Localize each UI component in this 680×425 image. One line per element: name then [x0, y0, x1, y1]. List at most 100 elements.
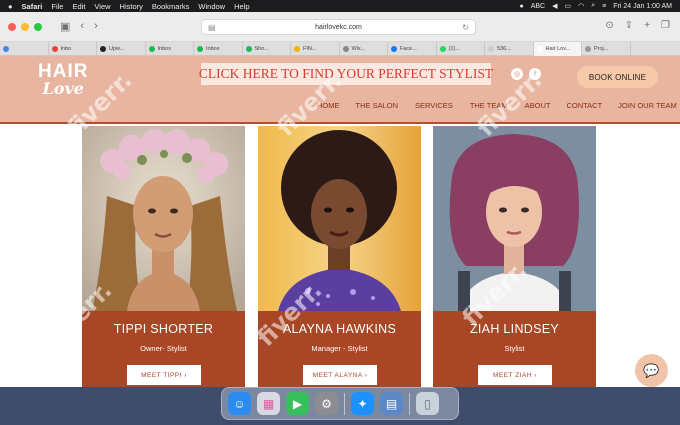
menu-file[interactable]: File — [51, 2, 63, 11]
tab-label: Inbox — [206, 46, 220, 52]
browser-tab[interactable]: Wix... — [340, 42, 388, 56]
browser-tab[interactable]: Face... — [388, 42, 437, 56]
system-settings-icon[interactable]: ⚙ — [315, 392, 338, 415]
finder-icon[interactable]: ☺ — [228, 392, 251, 415]
close-window-button[interactable] — [8, 22, 16, 31]
menu-help[interactable]: Help — [234, 2, 249, 11]
apple-menu-icon[interactable]: ● — [8, 2, 13, 11]
find-stylist-banner[interactable]: CLICK HERE TO FIND YOUR PERFECT STYLIST — [199, 63, 493, 85]
tab-overview-icon[interactable]: ❐ — [661, 20, 670, 31]
preview-icon[interactable]: ▤ — [380, 392, 403, 415]
safari-icon[interactable]: ✦ — [351, 392, 374, 415]
stylist-card: TIPPI SHORTER Owner- Stylist MEET TIPPI … — [82, 126, 245, 387]
reload-icon[interactable]: ↻ — [462, 23, 469, 32]
input-source[interactable]: ABC — [531, 3, 545, 10]
tab-favicon-icon — [536, 46, 543, 52]
menu-app-name[interactable]: Safari — [22, 2, 43, 11]
browser-tab[interactable]: Inbo — [49, 42, 97, 56]
safari-window: ▣ ‹ › ▤ hairlovekc.com ↻ ⊙ ⇪ + ❐ Inbo Upw… — [0, 12, 680, 387]
tab-favicon-icon — [439, 46, 446, 52]
battery-icon[interactable]: ▭ — [564, 2, 571, 10]
facebook-icon[interactable]: f — [529, 68, 541, 80]
launchpad-icon[interactable]: ▦ — [257, 392, 280, 415]
minimize-window-button[interactable] — [21, 22, 29, 31]
tab-favicon-icon — [100, 46, 106, 52]
window-controls — [8, 22, 42, 31]
stylist-card: ALAYNA HAWKINS Manager - Stylist MEET AL… — [258, 126, 421, 387]
nav-home[interactable]: HOME — [317, 101, 340, 110]
browser-tab[interactable]: 536... — [485, 42, 534, 56]
instagram-icon[interactable]: ◎ — [511, 68, 523, 80]
menu-view[interactable]: View — [94, 2, 110, 11]
address-bar[interactable]: ▤ hairlovekc.com ↻ — [201, 19, 476, 35]
nav-about[interactable]: ABOUT — [525, 101, 551, 110]
tab-label: Sho... — [254, 46, 269, 52]
volume-icon[interactable]: ◀ — [552, 2, 557, 10]
site-nav: HOME THE SALON SERVICES THE TEAM ABOUT C… — [317, 101, 677, 110]
stylist-role: Stylist — [504, 344, 525, 353]
sidebar-toggle-icon[interactable]: ▣ — [60, 20, 70, 33]
meet-ziah-button[interactable]: MEET ZIAH › — [478, 365, 552, 385]
stylist-photo — [82, 126, 245, 311]
browser-tab[interactable]: Hair Lov... — [533, 42, 582, 56]
menu-bar: ● Safari File Edit View History Bookmark… — [0, 0, 680, 12]
forward-icon[interactable]: › — [94, 20, 98, 33]
menu-edit[interactable]: Edit — [72, 2, 85, 11]
browser-tab[interactable]: Inbox — [146, 42, 194, 56]
new-tab-icon[interactable]: + — [644, 20, 650, 31]
tab-favicon-icon — [585, 46, 591, 52]
tab-label: Face... — [400, 46, 417, 52]
zoom-window-button[interactable] — [34, 22, 42, 31]
browser-tab[interactable] — [0, 42, 49, 56]
menu-history[interactable]: History — [120, 2, 143, 11]
tab-favicon-icon — [197, 46, 203, 52]
stylist-cards: TIPPI SHORTER Owner- Stylist MEET TIPPI … — [0, 126, 680, 387]
menu-window[interactable]: Window — [198, 2, 225, 11]
stylist-photo — [258, 126, 421, 311]
back-icon[interactable]: ‹ — [80, 20, 84, 33]
tab-favicon-icon — [294, 46, 300, 52]
browser-tab[interactable]: Inbox — [194, 42, 243, 56]
page-settings-icon[interactable]: ▤ — [208, 23, 216, 32]
nav-the-team[interactable]: THE TEAM — [470, 101, 508, 110]
stylist-name: ALAYNA HAWKINS — [282, 322, 397, 336]
hair-love-logo[interactable]: HAIR Love — [38, 62, 88, 97]
dock-separator — [344, 392, 345, 415]
wifi-icon[interactable]: ◠ — [578, 2, 584, 10]
tab-favicon-icon — [391, 46, 397, 52]
nav-contact[interactable]: CONTACT — [566, 101, 602, 110]
nav-the-salon[interactable]: THE SALON — [356, 101, 399, 110]
menu-bookmarks[interactable]: Bookmarks — [152, 2, 190, 11]
browser-tab[interactable]: Sho... — [243, 42, 291, 56]
browser-tab[interactable]: (1)... — [437, 42, 485, 56]
url-text: hairlovekc.com — [315, 23, 362, 31]
stylist-card: ZIAH LINDSEY Stylist MEET ZIAH › — [433, 126, 596, 387]
browser-toolbar: ▣ ‹ › ▤ hairlovekc.com ↻ ⊙ ⇪ + ❐ — [0, 12, 680, 42]
tab-label: Upw... — [109, 46, 125, 52]
nav-join-our-team[interactable]: JOIN OUR TEAM — [618, 101, 677, 110]
facetime-icon[interactable]: ▶ — [286, 392, 309, 415]
browser-tab[interactable]: Upw... — [97, 42, 146, 56]
downloads-icon[interactable]: ⊙ — [605, 20, 613, 31]
browser-tab[interactable]: FIN... — [291, 42, 340, 56]
stylist-info-panel: ALAYNA HAWKINS Manager - Stylist MEET AL… — [258, 311, 421, 387]
browser-tab[interactable]: Proj... — [582, 42, 631, 56]
meet-alayna-button[interactable]: MEET ALAYNA › — [303, 365, 377, 385]
dock: ☺ ▦ ▶ ⚙ ✦ ▤ ▯ — [221, 387, 459, 420]
book-online-button[interactable]: BOOK ONLINE — [577, 66, 658, 88]
website: HAIR Love CLICK HERE TO FIND YOUR PERFEC… — [0, 56, 680, 387]
tab-label: Inbo — [60, 46, 72, 52]
tab-label: 536... — [497, 46, 511, 52]
search-icon[interactable]: ⌕ — [591, 2, 595, 10]
control-center-icon[interactable]: ≡ — [602, 3, 606, 10]
stylist-name: TIPPI SHORTER — [113, 322, 214, 336]
share-icon[interactable]: ⇪ — [625, 20, 633, 31]
clock[interactable]: Fri 24 Jan 1:00 AM — [613, 3, 672, 10]
tab-label: Wix... — [351, 46, 366, 52]
meet-tippi-button[interactable]: MEET TIPPI › — [127, 365, 201, 385]
tab-label: Hair Lov... — [545, 46, 571, 52]
chat-icon[interactable]: 💬 — [635, 354, 668, 387]
nav-services[interactable]: SERVICES — [415, 101, 453, 110]
tab-favicon-icon — [3, 46, 9, 52]
trash-icon[interactable]: ▯ — [416, 392, 439, 415]
